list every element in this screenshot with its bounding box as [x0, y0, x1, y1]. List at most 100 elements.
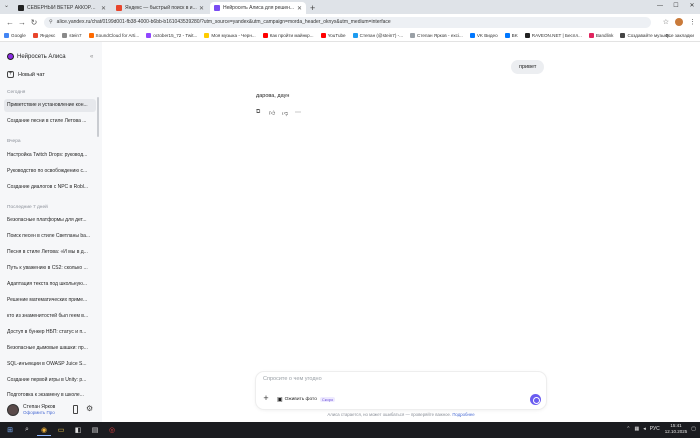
browser-tab-active[interactable]: Нейросеть Алиса для решен... ✕ [210, 2, 306, 14]
plus-icon: + [7, 71, 14, 78]
notification-icon[interactable]: ▢ [691, 426, 696, 432]
disclaimer-link[interactable]: Подробнее [452, 412, 474, 417]
brand[interactable]: Нейросеть Алиса [7, 53, 66, 60]
bookmark-favicon-icon [88, 33, 94, 38]
chat-history-item[interactable]: Приветствие и установление кон... [4, 99, 96, 112]
chat-history-item[interactable]: кто из знаменитостей был геем в... [4, 310, 96, 323]
message-input[interactable]: Спросите о чем угодно [263, 376, 322, 382]
bookmark-item[interactable]: BK [504, 33, 518, 38]
user-message: привет [511, 60, 545, 74]
tab-favicon-icon [116, 5, 122, 11]
bookmark-item[interactable]: Степан (@stein7) -... [352, 33, 403, 38]
language-indicator[interactable]: РУС [650, 426, 660, 432]
maximize-icon[interactable]: ☐ [668, 0, 684, 12]
avatar[interactable] [7, 404, 19, 416]
chat-history-item[interactable]: Песня в стиле Летова: «И мы в д... [4, 246, 96, 259]
bookmark-item[interactable]: VK Видео [469, 33, 498, 38]
bookmark-label: Моя музыка - Черн... [211, 33, 256, 38]
bookmark-item[interactable]: stein7 [62, 33, 82, 38]
new-chat-button[interactable]: + Новый чат [7, 71, 45, 78]
explorer-icon[interactable]: ▭ [54, 424, 68, 436]
user-panel: Степан Ярков Оформить Про ⚙ [0, 398, 102, 422]
app-icon[interactable]: ◧ [71, 424, 85, 436]
bookmark-item[interactable]: SoundCloud for Arti... [88, 33, 140, 38]
voice-input-icon[interactable] [530, 394, 541, 405]
copy-icon[interactable]: ⧉ [256, 109, 269, 117]
bookmark-label: Степан Ярков - exci... [417, 33, 463, 38]
close-icon[interactable]: ✕ [101, 5, 106, 12]
profile-avatar[interactable] [675, 18, 683, 26]
chat-history-item[interactable]: Путь к уважению в CS2: сколько ... [4, 262, 96, 275]
volume-icon[interactable]: ◂ [643, 426, 646, 432]
thumbs-up-icon[interactable]: 👍︎ [269, 109, 282, 117]
chat-history-item[interactable]: Доступ в бункер НБП: статус и п... [4, 326, 96, 339]
upgrade-link[interactable]: Оформить Про [23, 410, 55, 416]
chat-history-item[interactable]: Создание песни в стиле Летова ... [4, 115, 96, 128]
clock-date: 12.10.2025 [664, 429, 688, 434]
menu-kebab-icon[interactable]: ⋮ [689, 18, 696, 26]
browser-tab[interactable]: СЕВЕРНЫЙ ВЕТЕР АККОРДЫ — ... ✕ [14, 2, 110, 14]
minimize-icon[interactable]: — [652, 0, 668, 12]
attach-plus-icon[interactable]: + [261, 394, 271, 404]
network-icon[interactable]: ▦ [634, 426, 639, 432]
bookmark-label: SoundCloud for Arti... [95, 33, 140, 38]
reload-icon[interactable]: ↻ [28, 18, 40, 27]
windows-start-icon[interactable]: ⊞ [3, 424, 17, 436]
new-tab-icon[interactable]: + [310, 3, 315, 13]
bookmark-item[interactable]: YouTube [320, 33, 346, 38]
bookmark-item[interactable]: october15_72 - Twit... [146, 33, 197, 38]
chevron-up-icon[interactable]: ⌃ [626, 426, 630, 432]
chat-history-item[interactable]: Адаптация текста под школьную... [4, 278, 96, 291]
disclaimer: Алиса старается, но может ошибаться — пр… [256, 412, 546, 417]
phone-icon[interactable] [73, 405, 78, 414]
app-icon[interactable]: ▤ [88, 424, 102, 436]
chat-history-item[interactable]: Создание первой игры в Unity: р... [4, 374, 96, 387]
chip-label: Оживить фото [284, 397, 317, 402]
bookmark-item[interactable]: Яндекс [32, 33, 55, 38]
soon-badge: Скоро [319, 397, 336, 402]
collapse-sidebar-icon[interactable]: « [90, 54, 93, 60]
all-bookmarks-link[interactable]: Все закладки [666, 33, 694, 38]
chat-history-item[interactable]: Создание диалогов с NPC в Robl... [4, 181, 96, 194]
group-label: Вчера [7, 139, 21, 144]
window-close-icon[interactable]: ✕ [684, 0, 700, 12]
bookmark-item[interactable]: Моя музыка - Черн... [204, 33, 256, 38]
chat-history-item[interactable]: Поиск песен в стиле Светланы ba... [4, 230, 96, 243]
search-icon[interactable]: ⌕ [20, 424, 34, 436]
bookmark-item[interactable]: RAVEON.NET | Беспл... [524, 33, 582, 38]
chat-history-item[interactable]: Безопасные дымовые шашки: пр... [4, 342, 96, 355]
bookmark-label: VK Видео [476, 33, 498, 38]
site-info-icon[interactable]: ⚲ [49, 19, 53, 25]
image-icon: ▣ [277, 397, 283, 403]
app-icon[interactable]: ◎ [105, 424, 119, 436]
chat-history-item[interactable]: SQL-инъекции в OWASP Juice S... [4, 358, 96, 371]
chat-history-item[interactable]: Решение математических приме... [4, 294, 96, 307]
group-label: Сегодня [7, 90, 26, 95]
bookmark-label: RAVEON.NET | Беспл... [531, 33, 582, 38]
browser-tab[interactable]: Яндекс — быстрый поиск в и... ✕ [112, 2, 208, 14]
bookmark-item[interactable]: Как пройти майнкр... [262, 33, 314, 38]
clock[interactable]: 15:41 12.10.2025 [665, 423, 688, 435]
chat-history-item[interactable]: Руководство по освобождению с... [4, 165, 96, 178]
bookmark-item[interactable]: Степан Ярков - exci... [410, 33, 463, 38]
bookmark-label: Google [11, 33, 26, 38]
url-input[interactable]: ⚲ alice.yandex.ru/chat/0199d001-fb38-400… [44, 16, 651, 28]
bookmark-item[interactable]: Bandlink [588, 33, 613, 38]
bookmark-item[interactable]: Google [4, 33, 26, 38]
thumbs-down-icon[interactable]: 👎︎ [282, 109, 295, 117]
sidebar-scrollbar[interactable] [97, 97, 99, 137]
gear-icon[interactable]: ⚙ [86, 404, 93, 413]
close-icon[interactable]: ✕ [297, 5, 302, 12]
chat-history-item[interactable]: Безопасные платформы для дет... [4, 214, 96, 227]
bookmark-favicon-icon [524, 33, 530, 38]
chat-history-item[interactable]: Подготовка к экзамену в школе... [4, 390, 96, 398]
chat-history-item[interactable]: Настройка Twitch Drops: руковод... [4, 149, 96, 162]
close-icon[interactable]: ✕ [199, 5, 204, 12]
animate-photo-chip[interactable]: ▣ Оживить фото Скоро [277, 395, 336, 404]
more-icon[interactable]: ⋯ [295, 109, 308, 117]
chrome-icon[interactable]: ◉ [37, 424, 51, 436]
tab-search-icon[interactable]: ⌄ [4, 2, 9, 9]
bookmark-star-icon[interactable]: ☆ [663, 18, 669, 26]
forward-icon[interactable]: → [16, 18, 28, 27]
back-icon[interactable]: ← [4, 18, 16, 27]
